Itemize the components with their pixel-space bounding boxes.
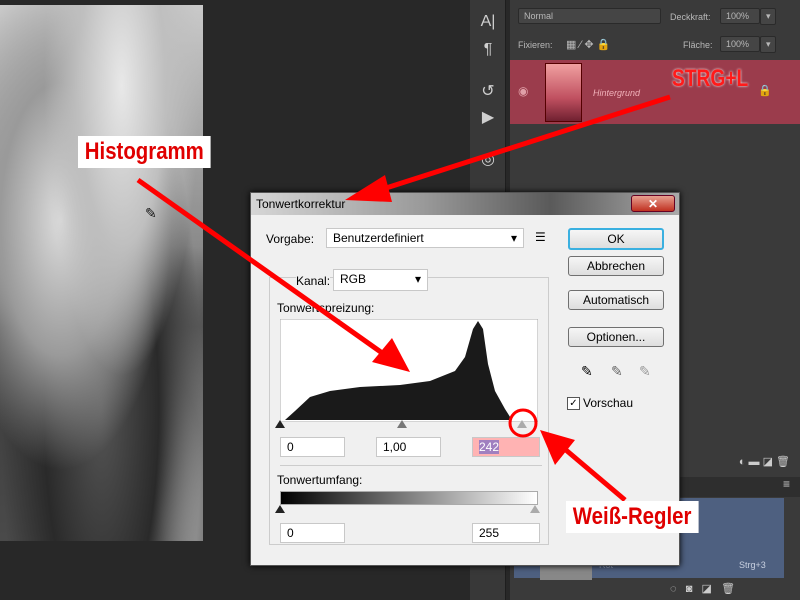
- shortcut-arrow: [379, 94, 671, 193]
- shortcut-arrowhead: [345, 175, 392, 202]
- shortcut-annotation: STRG+L: [672, 65, 749, 92]
- histogram-annotation: Histogramm: [78, 136, 211, 168]
- histogram-arrowhead: [372, 338, 410, 372]
- white-slider-arrow: [558, 443, 627, 502]
- white-slider-annotation: Weiß-Regler: [566, 501, 699, 533]
- white-slider-arrowhead: [540, 430, 575, 465]
- histogram-arrow: [136, 177, 387, 358]
- white-slider-circle: [508, 408, 538, 438]
